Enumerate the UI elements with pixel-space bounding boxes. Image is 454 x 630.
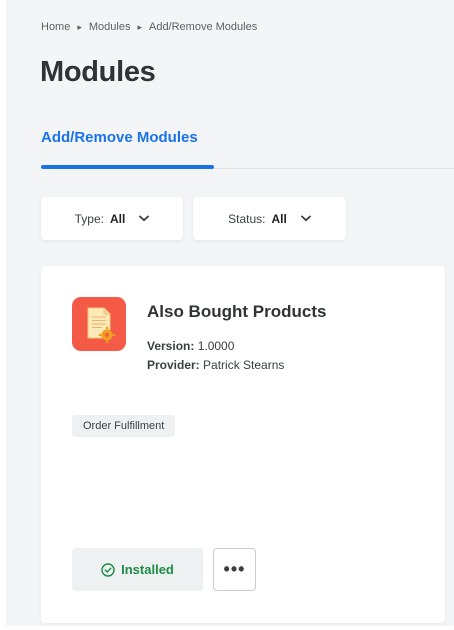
status-filter-label: Status: — [228, 211, 266, 226]
module-provider: Provider: Patrick Stearns — [147, 358, 284, 372]
chevron-right-icon: ▸ — [137, 21, 142, 32]
chevron-down-icon — [300, 215, 311, 222]
provider-value: Patrick Stearns — [203, 358, 285, 372]
more-options-button[interactable]: ••• — [213, 548, 256, 591]
module-version: Version: 1.0000 — [147, 339, 234, 353]
breadcrumb-current: Add/Remove Modules — [148, 21, 258, 33]
provider-label: Provider: — [147, 358, 200, 372]
module-card: Also Bought Products Version: 1.0000 Pro… — [41, 266, 445, 623]
status-filter-dropdown[interactable]: Status: All — [193, 197, 346, 240]
type-filter-dropdown[interactable]: Type: All — [41, 197, 183, 240]
tab-add-remove-modules[interactable]: Add/Remove Modules — [41, 129, 198, 146]
check-circle-icon — [101, 562, 115, 577]
installed-label: Installed — [121, 562, 174, 577]
active-tab-indicator — [41, 165, 214, 169]
type-filter-label: Type: — [74, 211, 104, 226]
version-value: 1.0000 — [197, 339, 235, 353]
breadcrumb-modules[interactable]: Modules — [89, 21, 131, 33]
breadcrumb-home[interactable]: Home — [41, 21, 70, 33]
chevron-down-icon — [139, 215, 150, 222]
category-tag: Order Fulfillment — [72, 415, 176, 437]
page-title: Modules — [40, 56, 156, 88]
status-filter-value: All — [271, 211, 287, 226]
breadcrumb: Home ▸ Modules ▸ Add/Remove Modules — [41, 21, 257, 33]
chevron-right-icon: ▸ — [77, 21, 82, 32]
document-gear-icon — [72, 297, 126, 351]
tab-divider — [214, 168, 454, 169]
version-label: Version: — [147, 339, 195, 353]
more-options-icon: ••• — [223, 559, 246, 579]
installed-status-button[interactable]: Installed — [72, 548, 203, 591]
type-filter-value: All — [110, 211, 126, 226]
module-name: Also Bought Products — [147, 302, 327, 321]
